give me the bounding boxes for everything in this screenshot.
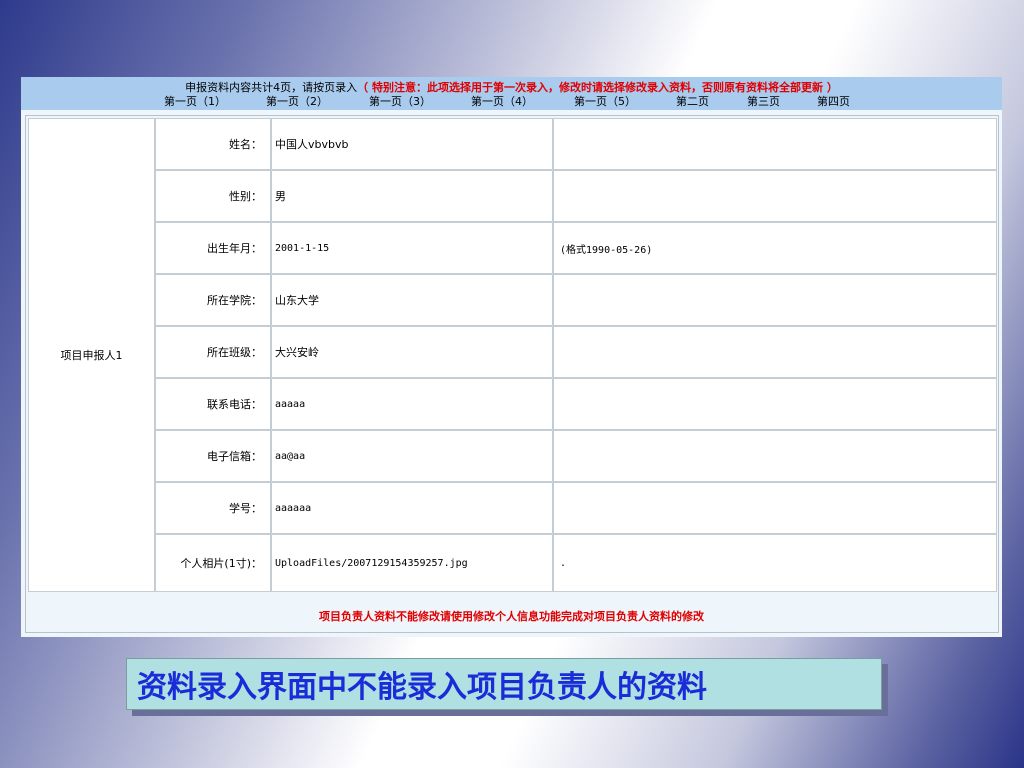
name-field[interactable]: 中国人vbvbvb xyxy=(271,118,553,170)
birthdate-format-note: (格式1990-05-26) xyxy=(553,222,997,274)
phone-field[interactable]: aaaaa xyxy=(271,378,553,430)
email-field[interactable]: aa@aa xyxy=(271,430,553,482)
college-label: 所在学院： xyxy=(155,274,271,326)
gender-label: 性别： xyxy=(155,170,271,222)
student-id-field[interactable]: aaaaaa xyxy=(271,482,553,534)
name-note xyxy=(553,118,997,170)
page-link-1-1[interactable]: 第一页（1） xyxy=(164,93,226,109)
birthdate-label: 出生年月： xyxy=(155,222,271,274)
class-label: 所在班级： xyxy=(155,326,271,378)
college-note xyxy=(553,274,997,326)
section-label: 项目申报人1 xyxy=(28,118,155,592)
page-link-2[interactable]: 第二页 xyxy=(676,93,709,109)
gender-field[interactable]: 男 xyxy=(271,170,553,222)
phone-note xyxy=(553,378,997,430)
page-link-1-4[interactable]: 第一页（4） xyxy=(471,93,533,109)
student-id-note xyxy=(553,482,997,534)
page-link-1-5[interactable]: 第一页（5） xyxy=(574,93,636,109)
footer-warning: 项目负责人资料不能修改请使用修改个人信息功能完成对项目负责人资料的修改 xyxy=(319,610,704,623)
email-note xyxy=(553,430,997,482)
photo-label: 个人相片(1寸)： xyxy=(155,534,271,592)
page-nav-bar: 申报资料内容共计4页，请按页录入（ 特别注意：此项选择用于第一次录入，修改时请选… xyxy=(21,77,1002,110)
email-label: 电子信箱： xyxy=(155,430,271,482)
photo-path-field[interactable]: UploadFiles/2007129154359257.jpg xyxy=(271,534,553,592)
caption-text: 资料录入界面中不能录入项目负责人的资料 xyxy=(137,670,707,705)
applicant-form: 项目申报人1 姓名： 中国人vbvbvb 性别： 男 出生年月： 2001-1-… xyxy=(25,115,999,633)
page-link-1-3[interactable]: 第一页（3） xyxy=(369,93,431,109)
slide-caption: 资料录入界面中不能录入项目负责人的资料 xyxy=(126,658,882,710)
gender-note xyxy=(553,170,997,222)
photo-note: . xyxy=(553,534,997,592)
college-field[interactable]: 山东大学 xyxy=(271,274,553,326)
phone-label: 联系电话： xyxy=(155,378,271,430)
form-panel: 申报资料内容共计4页，请按页录入（ 特别注意：此项选择用于第一次录入，修改时请选… xyxy=(21,77,1002,637)
class-field[interactable]: 大兴安岭 xyxy=(271,326,553,378)
page-link-1-2[interactable]: 第一页（2） xyxy=(266,93,328,109)
name-label: 姓名： xyxy=(155,118,271,170)
birthdate-field[interactable]: 2001-1-15 xyxy=(271,222,553,274)
page-link-3[interactable]: 第三页 xyxy=(747,93,780,109)
student-id-label: 学号： xyxy=(155,482,271,534)
page-link-4[interactable]: 第四页 xyxy=(817,93,850,109)
class-note xyxy=(553,326,997,378)
